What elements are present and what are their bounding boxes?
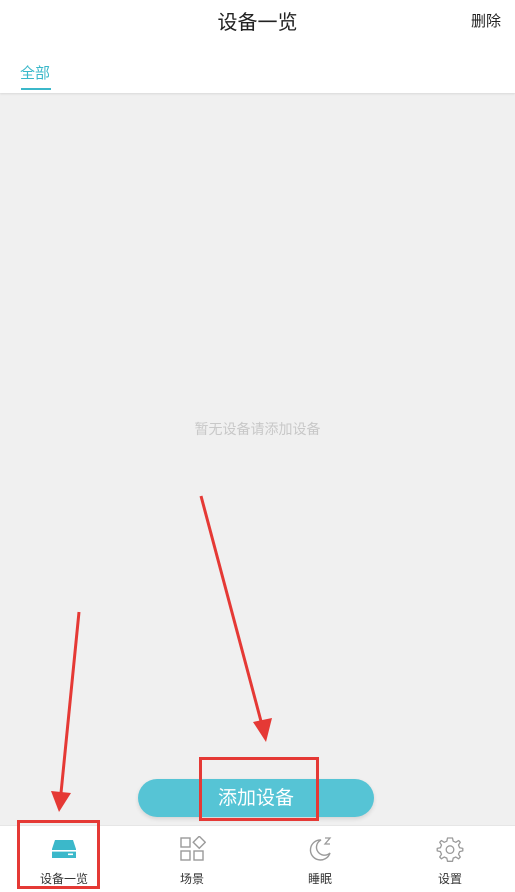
scene-icon xyxy=(180,836,206,861)
page-title: 设备一览 xyxy=(217,10,298,34)
tabbar-label-settings: 设置 xyxy=(437,872,462,886)
settings-gear-icon xyxy=(436,837,464,862)
annotation-box-device-list-tab xyxy=(17,820,100,889)
tabbar-label-scene: 场景 xyxy=(179,872,204,886)
tab-all[interactable]: 全部 xyxy=(20,62,50,83)
tabbar-item-scene[interactable]: 场景 xyxy=(128,826,256,892)
tabbar-item-sleep[interactable]: 睡眠 xyxy=(256,826,384,892)
tabbar-item-settings[interactable]: 设置 xyxy=(386,826,514,892)
arrow-head-to-add-button xyxy=(253,718,272,742)
annotation-box-add-device xyxy=(199,757,319,821)
delete-button[interactable]: 删除 xyxy=(471,10,501,31)
sleep-icon xyxy=(309,837,332,861)
tab-active-indicator xyxy=(21,88,51,90)
arrow-head-to-device-tab xyxy=(51,791,71,812)
arrow-line-to-device-tab xyxy=(59,611,81,794)
header-bar: 设备一览 删除 全部 xyxy=(0,0,515,93)
empty-state-text: 暂无设备请添加设备 xyxy=(194,422,321,438)
tabbar-label-sleep: 睡眠 xyxy=(307,872,332,886)
arrow-line-to-add-button xyxy=(199,495,264,726)
